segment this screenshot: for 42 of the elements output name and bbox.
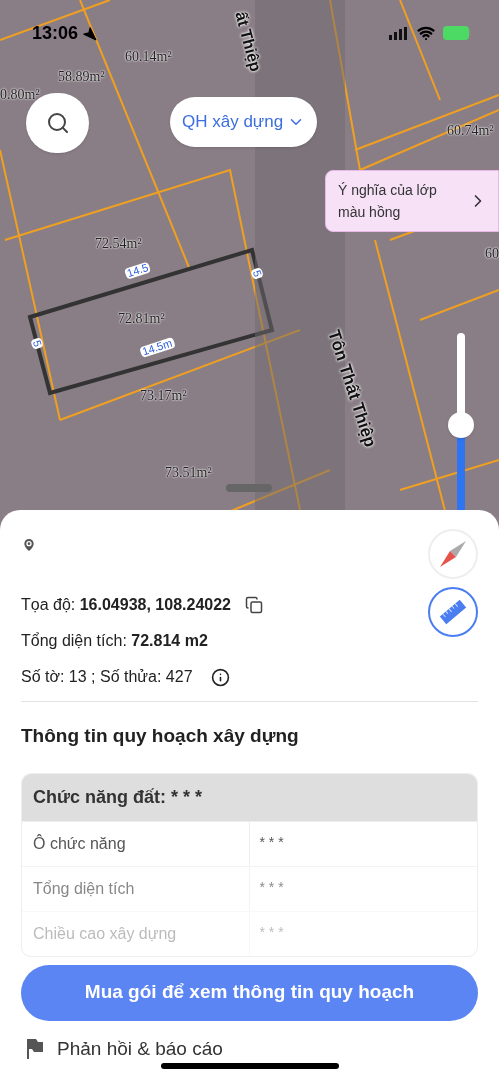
compass-button[interactable] bbox=[428, 529, 478, 579]
compass-icon bbox=[438, 539, 468, 569]
drag-handle[interactable] bbox=[226, 484, 272, 492]
table-cell: Chiều cao xây dựng bbox=[22, 911, 250, 956]
street-name-label: ất Thiệp bbox=[231, 8, 266, 75]
parcel-area-label: 0.80m² bbox=[0, 86, 40, 104]
layer-dropdown[interactable]: QH xây dựng bbox=[170, 97, 318, 147]
map-pin-icon bbox=[21, 537, 37, 553]
parcel-area-label: 58.89m² bbox=[58, 68, 105, 86]
copy-icon[interactable] bbox=[245, 596, 263, 614]
location-arrow-icon bbox=[82, 26, 98, 41]
street-name-label: Tôn Thất Thiệp bbox=[323, 326, 381, 451]
parcel-area-label: 73.51m² bbox=[165, 464, 212, 482]
table-cell: Tổng diện tích bbox=[22, 866, 250, 911]
status-time: 13:06 bbox=[32, 22, 79, 45]
parcel-area-label: 73.17m² bbox=[140, 387, 187, 405]
parcel-area-label: 60.74m² bbox=[447, 122, 494, 140]
table-cell-text: * * * bbox=[258, 922, 285, 942]
section-title: Thông tin quy hoạch xây dựng bbox=[21, 724, 300, 748]
info-icon[interactable] bbox=[210, 667, 230, 687]
parcel-area-label: 72.54m² bbox=[95, 235, 142, 253]
parcel-area-label: 72.81m² bbox=[118, 310, 165, 328]
table-cell: Ô chức năng bbox=[22, 821, 250, 866]
dimension-label: 14.5 bbox=[123, 261, 152, 280]
parcel-area-label: 60.14m² bbox=[125, 48, 172, 66]
parcel-area-label: 60 bbox=[485, 245, 499, 263]
dimension-label: 14.5m bbox=[139, 336, 176, 359]
flag-icon bbox=[25, 1038, 43, 1059]
search-icon bbox=[45, 111, 70, 135]
ruler-button[interactable] bbox=[428, 587, 478, 637]
battery-icon bbox=[443, 26, 471, 40]
zoom-slider-thumb[interactable] bbox=[448, 412, 474, 439]
wifi-icon bbox=[417, 24, 435, 42]
cellular-signal-icon bbox=[389, 26, 409, 40]
layer-legend-button[interactable]: Ý nghĩa của lớp màu hồng bbox=[325, 170, 499, 232]
table-header: Chức năng đất: * * * bbox=[22, 773, 477, 821]
parcel-number-text: Số tờ: 13 ; Số thửa: 427 bbox=[21, 667, 193, 687]
feedback-menu-item[interactable]: Phản hồi & báo cáo bbox=[57, 1034, 223, 1063]
table-cell-text: * * * bbox=[258, 832, 285, 852]
table-cell-text: * * * bbox=[258, 877, 285, 897]
coordinates-text: Tọa độ: 16.04938, 108.24022 bbox=[21, 595, 231, 615]
total-area-text: Tổng diện tích: 72.814 m2 bbox=[21, 631, 209, 651]
